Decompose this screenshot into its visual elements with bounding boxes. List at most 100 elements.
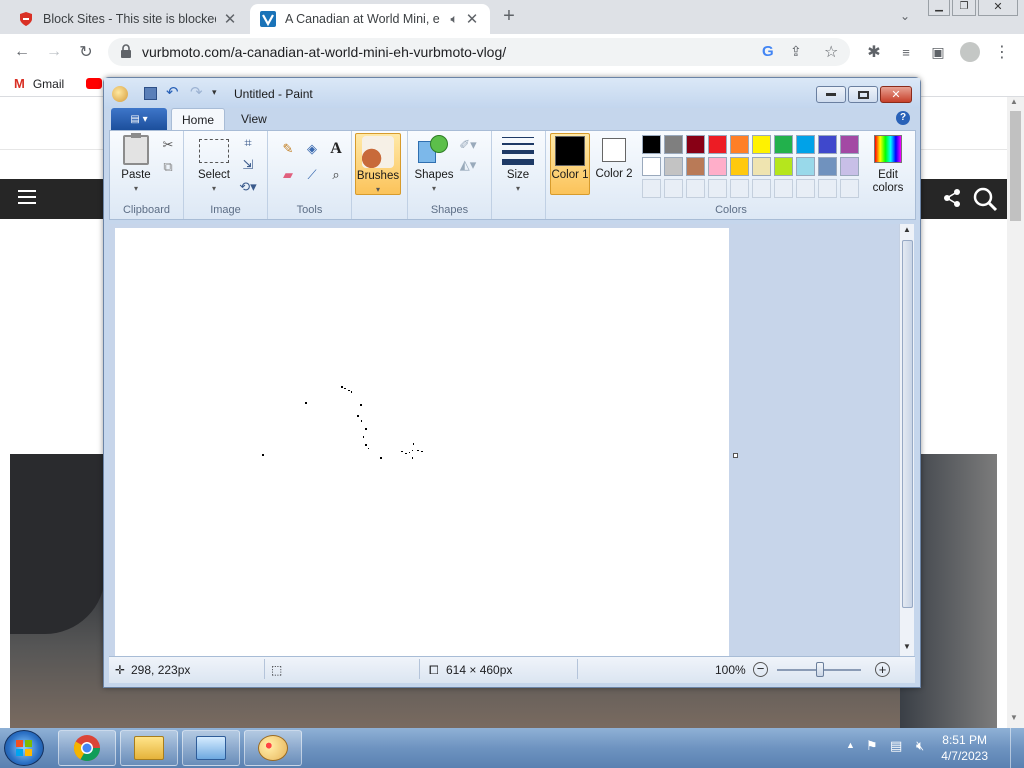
custom-color-slot[interactable] — [774, 179, 793, 198]
palette-swatch[interactable] — [818, 135, 837, 154]
custom-color-slot[interactable] — [686, 179, 705, 198]
volume-muted-icon[interactable]: 🔇︎ — [916, 738, 924, 754]
resize-icon[interactable]: ⇲ — [238, 155, 258, 175]
back-icon[interactable]: ← — [10, 40, 34, 64]
palette-swatch[interactable] — [730, 157, 749, 176]
rotate-icon[interactable]: ⟲▾ — [238, 177, 258, 197]
scroll-up-arrow-icon[interactable]: ▲ — [903, 225, 911, 234]
canvas-resize-handle[interactable] — [733, 453, 738, 458]
scroll-down-arrow-icon[interactable]: ▼ — [903, 642, 911, 651]
speaker-icon[interactable]: 🔈︎ — [450, 12, 458, 27]
text-tool-icon[interactable]: A — [326, 139, 346, 159]
palette-swatch[interactable] — [642, 135, 661, 154]
tab-home[interactable]: Home — [171, 108, 226, 130]
address-bar[interactable]: vurbmoto.com/a-canadian-at-world-mini-eh… — [108, 38, 850, 66]
palette-swatch[interactable] — [774, 157, 793, 176]
palette-swatch[interactable] — [840, 135, 859, 154]
palette-swatch[interactable] — [752, 157, 771, 176]
side-panel-icon[interactable]: ▣ — [926, 40, 950, 64]
canvas-scrollbar[interactable]: ▲ ▼ — [899, 224, 914, 656]
paste-button[interactable]: Paste ▾ — [116, 133, 156, 195]
network-icon[interactable]: ▤ — [890, 738, 902, 754]
palette-swatch[interactable] — [664, 157, 683, 176]
taskbar-control-panel[interactable] — [182, 730, 240, 766]
taskbar-paint[interactable] — [244, 730, 302, 766]
close-tab-icon[interactable]: ✕ — [464, 10, 480, 28]
close-window-button[interactable]: ✕ — [978, 0, 1018, 16]
bookmark-gmail[interactable]: M Gmail — [14, 76, 64, 91]
search-icon[interactable] — [972, 186, 998, 215]
fill-icon[interactable]: ◭▾ — [458, 155, 478, 175]
hamburger-menu-icon[interactable] — [18, 190, 36, 206]
crop-icon[interactable]: ⌗ — [238, 133, 258, 153]
color1-button[interactable]: Color 1 — [550, 133, 590, 195]
forward-icon[interactable]: → — [42, 40, 66, 64]
edit-colors-button[interactable]: Edit colors — [866, 135, 910, 195]
scroll-up-arrow-icon[interactable]: ▲ — [1010, 97, 1018, 106]
fill-bucket-icon[interactable]: ◈ — [302, 139, 322, 159]
redo-icon[interactable]: ↷ — [190, 83, 203, 101]
shapes-button[interactable]: Shapes ▾ — [412, 135, 456, 195]
size-button[interactable]: Size ▾ — [500, 135, 536, 195]
custom-color-slot[interactable] — [818, 179, 837, 198]
taskbar-chrome[interactable] — [58, 730, 116, 766]
palette-swatch[interactable] — [774, 135, 793, 154]
zoom-in-button[interactable]: + — [875, 662, 890, 677]
taskbar-explorer[interactable] — [120, 730, 178, 766]
palette-swatch[interactable] — [730, 135, 749, 154]
google-icon[interactable]: G — [762, 43, 774, 60]
cut-icon[interactable]: ✂ — [158, 135, 178, 155]
show-hidden-icons[interactable]: ▲ — [846, 740, 855, 750]
palette-swatch[interactable] — [752, 135, 771, 154]
undo-icon[interactable]: ↶ — [166, 83, 179, 101]
outline-icon[interactable]: ✐▾ — [458, 135, 478, 155]
close-tab-icon[interactable]: ✕ — [222, 10, 238, 28]
palette-swatch[interactable] — [708, 157, 727, 176]
custom-color-slot[interactable] — [642, 179, 661, 198]
extensions-icon[interactable]: ✱ — [862, 40, 886, 64]
custom-color-slot[interactable] — [664, 179, 683, 198]
quick-access-dropdown-icon[interactable]: ▾ — [212, 87, 217, 98]
palette-swatch[interactable] — [796, 157, 815, 176]
custom-color-slot[interactable] — [796, 179, 815, 198]
palette-swatch[interactable] — [686, 157, 705, 176]
restore-button[interactable]: ❐ — [952, 0, 976, 16]
media-control-icon[interactable]: ≡ — [894, 40, 918, 64]
eraser-icon[interactable]: ▰ — [278, 165, 298, 185]
menu-icon[interactable]: ⋮ — [990, 40, 1014, 64]
maximize-button[interactable] — [848, 86, 878, 103]
custom-color-slot[interactable] — [708, 179, 727, 198]
color2-button[interactable]: Color 2 — [594, 135, 634, 181]
custom-color-slot[interactable] — [752, 179, 771, 198]
new-tab-button[interactable]: + — [497, 4, 521, 28]
share-icon[interactable]: ⇪ — [790, 43, 802, 60]
taskbar-clock[interactable]: 8:51 PM 4/7/2023 — [941, 732, 988, 764]
magnifier-icon[interactable]: ⌕ — [326, 165, 346, 185]
custom-color-slot[interactable] — [730, 179, 749, 198]
bookmark-star-icon[interactable]: ☆ — [824, 42, 838, 62]
youtube-icon[interactable] — [86, 78, 102, 89]
palette-swatch[interactable] — [708, 135, 727, 154]
tab-search-chevron-icon[interactable]: ⌄ — [893, 4, 917, 28]
copy-icon[interactable]: ⧉ — [158, 157, 178, 177]
color-picker-icon[interactable]: ⟋ — [302, 165, 322, 185]
action-center-icon[interactable]: ⚑ — [866, 738, 878, 754]
scroll-down-arrow-icon[interactable]: ▼ — [1010, 713, 1018, 722]
palette-swatch[interactable] — [796, 135, 815, 154]
zoom-slider-thumb[interactable] — [816, 662, 824, 677]
tab-view[interactable]: View — [231, 108, 277, 130]
palette-swatch[interactable] — [686, 135, 705, 154]
page-scrollbar[interactable]: ▲ ▼ — [1007, 97, 1024, 730]
scroll-thumb[interactable] — [902, 240, 913, 608]
palette-swatch[interactable] — [642, 157, 661, 176]
palette-swatch[interactable] — [818, 157, 837, 176]
select-button[interactable]: Select ▾ — [192, 135, 236, 195]
tab-vurbmoto[interactable]: A Canadian at World Mini, e 🔈︎ ✕ — [250, 4, 490, 34]
minimize-button[interactable]: ▁ — [928, 0, 950, 16]
paint-menu-button[interactable]: ▤ ▾ — [111, 108, 167, 130]
close-button[interactable]: ✕ — [880, 86, 912, 103]
profile-avatar[interactable] — [960, 42, 980, 62]
save-icon[interactable] — [144, 87, 157, 100]
tab-block-sites[interactable]: Block Sites - This site is blocked ✕ — [8, 4, 248, 34]
palette-swatch[interactable] — [664, 135, 683, 154]
